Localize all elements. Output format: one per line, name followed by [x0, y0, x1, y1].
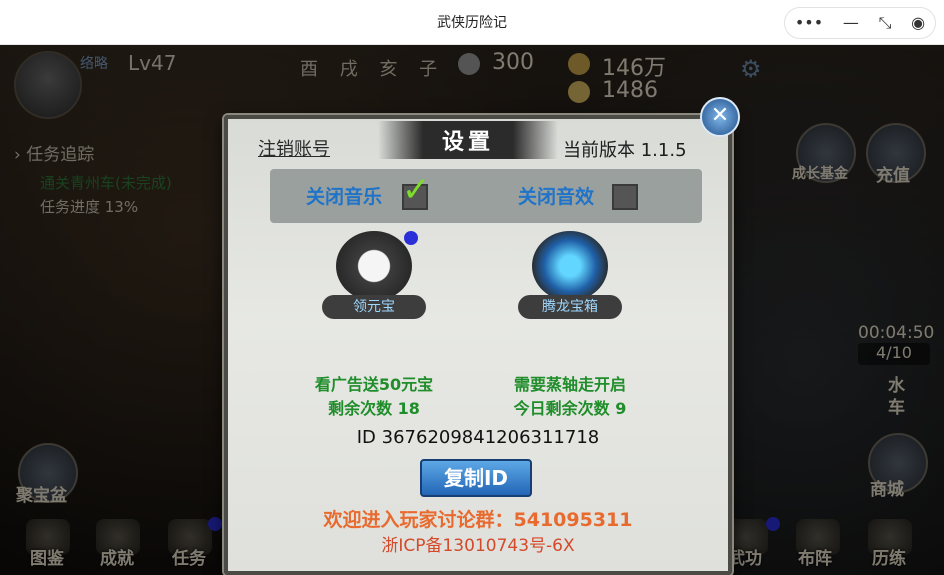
ad-reward-tag: 领元宝 [322, 295, 426, 319]
music-toggle-checkbox[interactable]: ✓ [402, 170, 431, 210]
close-dialog-button[interactable]: ✕ [700, 97, 740, 137]
dragon-chest-icon [532, 231, 608, 301]
copy-id-button[interactable]: 复制ID [420, 459, 532, 497]
sfx-toggle-label: 关闭音效 [518, 186, 595, 208]
video-play-icon [336, 231, 412, 301]
mini-program-capsule: ••• — ⤡ ◉ [784, 7, 936, 39]
dialog-title: 设置 [441, 130, 494, 155]
chest-desc: 需要蒸轴走开启 [513, 375, 626, 394]
ad-notify-dot [404, 231, 418, 245]
dragon-chest-tag: 腾龙宝箱 [518, 295, 622, 319]
game-scene: 络略 Lv47 酉 戌 亥 子 300 146万 1486 ⚙ › 任务追踪 通… [0, 45, 944, 575]
dragon-chest-button[interactable]: 腾龙宝箱 [518, 231, 622, 323]
settings-dialog: 设置 注销账号 当前版本 1.1.5 ✕ 关闭音乐 ✓ 关闭音效 领元宝 腾龙宝… [224, 97, 740, 575]
checkmark-icon: ✓ [402, 170, 431, 210]
ad-reward-remaining: 剩余次数 18 [328, 399, 420, 418]
restore-icon[interactable]: ⤡ [879, 15, 892, 31]
icp-license: 浙ICP备13010743号-6X [381, 536, 575, 556]
minimize-icon[interactable]: — [843, 15, 859, 31]
music-toggle-label: 关闭音乐 [306, 186, 383, 208]
sfx-toggle-checkbox[interactable] [612, 184, 638, 210]
ad-reward-desc: 看广告送50元宝 [314, 375, 434, 394]
welcome-group-text: 欢迎进入玩家讨论群：541095311 [323, 509, 633, 531]
logout-link[interactable]: 注销账号 [258, 135, 330, 161]
close-circle-icon[interactable]: ◉ [911, 15, 925, 31]
more-icon[interactable]: ••• [795, 15, 823, 31]
version-label: 当前版本 1.1.5 [563, 140, 687, 161]
mini-program-titlebar: 武侠历险记 ••• — ⤡ ◉ [0, 0, 944, 45]
ad-reward-button[interactable]: 领元宝 [322, 231, 426, 323]
sound-toggles-panel: 关闭音乐 ✓ 关闭音效 [270, 169, 702, 223]
player-id: ID 3676209841206311718 [356, 427, 600, 448]
chest-remaining: 今日剩余次数 9 [513, 399, 627, 418]
